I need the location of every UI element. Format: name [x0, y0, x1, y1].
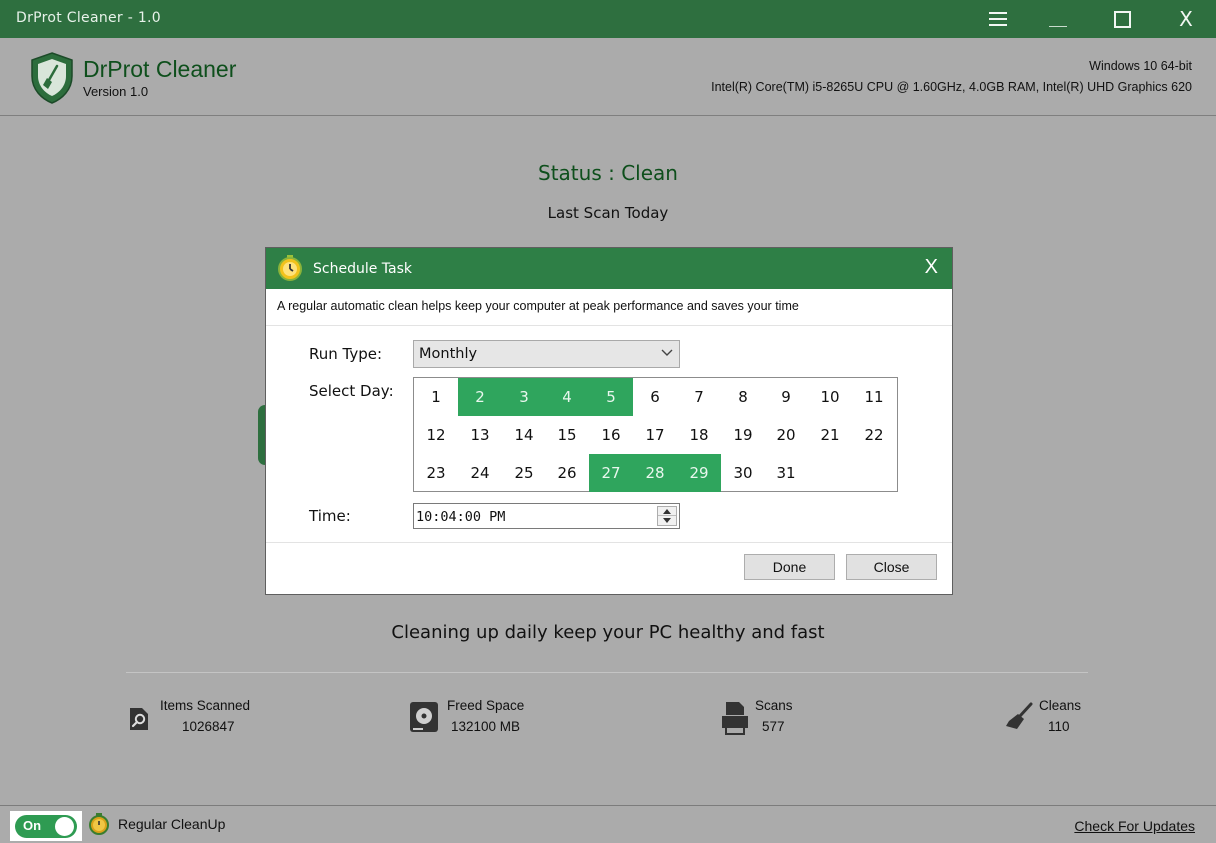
day-cell[interactable]: 18 [677, 416, 721, 454]
day-cell[interactable]: 2 [458, 378, 502, 416]
regular-cleanup-label: Regular CleanUp [118, 816, 226, 832]
day-cell[interactable]: 17 [633, 416, 677, 454]
stopwatch-icon [89, 813, 109, 835]
day-cell[interactable]: 28 [633, 454, 677, 492]
stat-value: 577 [762, 719, 785, 734]
stat-label: Scans [755, 698, 793, 713]
stat-scans: Scans 577 [721, 698, 821, 742]
day-cell[interactable]: 27 [589, 454, 633, 492]
day-cell[interactable]: 11 [852, 378, 896, 416]
hard-drive-icon [410, 702, 438, 732]
dialog-description: A regular automatic clean helps keep you… [277, 299, 799, 313]
day-cell[interactable]: 13 [458, 416, 502, 454]
stopwatch-icon [278, 255, 302, 281]
schedule-task-dialog: Schedule Task X A regular automatic clea… [265, 247, 953, 595]
day-cell[interactable]: 21 [808, 416, 852, 454]
system-os-info: Windows 10 64-bit [1089, 59, 1192, 73]
dialog-separator [266, 542, 952, 543]
stat-freed-space: Freed Space 132100 MB [409, 698, 549, 742]
hamburger-menu-icon [989, 12, 1007, 26]
time-increment-button[interactable] [658, 507, 676, 516]
day-cell[interactable]: 14 [502, 416, 546, 454]
day-cell[interactable]: 26 [545, 454, 589, 492]
maximize-button[interactable] [1092, 0, 1152, 38]
stats-divider [126, 672, 1088, 673]
day-cell[interactable]: 30 [721, 454, 765, 492]
day-cell[interactable]: 16 [589, 416, 633, 454]
day-cell[interactable]: 3 [502, 378, 546, 416]
stat-cleans: Cleans 110 [1005, 698, 1095, 742]
app-name: DrProt Cleaner [83, 56, 237, 82]
dialog-title: Schedule Task [313, 261, 412, 277]
day-cell[interactable]: 19 [721, 416, 765, 454]
select-day-label: Select Day: [309, 382, 394, 400]
shield-broom-logo-icon [31, 52, 73, 104]
status-text: Status : Clean [538, 161, 678, 185]
check-for-updates-link[interactable]: Check For Updates [1074, 818, 1195, 834]
day-cell[interactable]: 1 [414, 378, 458, 416]
toggle-knob [55, 817, 74, 836]
maximize-icon [1113, 10, 1131, 28]
day-cell[interactable]: 22 [852, 416, 896, 454]
run-type-dropdown[interactable]: Monthly [413, 340, 680, 368]
time-picker[interactable]: 10:04:00 PM [413, 503, 680, 529]
day-cell[interactable]: 5 [589, 378, 633, 416]
day-cell[interactable]: 6 [633, 378, 677, 416]
day-cell[interactable]: 9 [764, 378, 808, 416]
day-cell[interactable]: 10 [808, 378, 852, 416]
time-value: 10:04:00 PM [416, 509, 506, 525]
stat-value: 132100 MB [451, 719, 521, 734]
time-spinner [657, 506, 677, 526]
regular-cleanup-toggle-container: On [10, 811, 82, 841]
close-button[interactable]: Close [846, 554, 937, 580]
close-window-button[interactable]: X [1156, 0, 1216, 38]
stat-label: Freed Space [447, 698, 525, 713]
menu-button[interactable] [968, 0, 1028, 38]
chevron-down-icon [661, 349, 673, 356]
day-cell[interactable]: 31 [764, 454, 808, 492]
day-cell[interactable]: 12 [414, 416, 458, 454]
bottom-bar: On Regular CleanUp Check For Updates [0, 805, 1216, 843]
printer-icon [722, 702, 748, 735]
stat-value: 1026847 [182, 719, 235, 734]
done-button[interactable]: Done [744, 554, 835, 580]
minimize-icon [1049, 26, 1067, 27]
minimize-button[interactable] [1028, 0, 1088, 38]
day-cell[interactable]: 8 [721, 378, 765, 416]
stat-label: Cleans [1039, 698, 1082, 713]
dialog-close-button[interactable]: X [925, 256, 938, 279]
day-selector-grid: 1 2 3 4 5 6 7 8 9 10 11 12 13 14 15 16 17 18 19 20 21 22 23 24 2… [413, 377, 898, 492]
day-cell[interactable]: 23 [414, 454, 458, 492]
app-version: Version 1.0 [83, 84, 149, 99]
arrow-down-icon [663, 518, 671, 523]
day-cell[interactable]: 25 [502, 454, 546, 492]
title-bar: DrProt Cleaner - 1.0 X [0, 0, 1216, 38]
day-cell[interactable]: 29 [677, 454, 721, 492]
regular-cleanup-toggle[interactable]: On [15, 815, 77, 838]
stat-label: Items Scanned [160, 698, 251, 713]
last-scan-text: Last Scan Today [547, 204, 669, 222]
day-cell[interactable]: 15 [545, 416, 589, 454]
run-type-label: Run Type: [309, 345, 383, 363]
arrow-up-icon [663, 508, 671, 514]
day-cell[interactable]: 20 [764, 416, 808, 454]
dialog-title-bar: Schedule Task X [266, 248, 952, 289]
stat-value: 110 [1048, 719, 1070, 734]
day-cell[interactable]: 4 [545, 378, 589, 416]
system-hardware-info: Intel(R) Core(TM) i5-8265U CPU @ 1.60GHz… [711, 80, 1192, 94]
tagline-text: Cleaning up daily keep your PC healthy a… [391, 622, 825, 643]
stat-items-scanned: Items Scanned 1026847 [128, 698, 288, 742]
day-cell[interactable]: 7 [677, 378, 721, 416]
day-cell[interactable]: 24 [458, 454, 502, 492]
dialog-separator [266, 325, 952, 326]
run-type-value: Monthly [419, 346, 478, 362]
time-decrement-button[interactable] [658, 516, 676, 525]
search-document-icon [130, 708, 148, 730]
toggle-label: On [23, 818, 42, 833]
time-label: Time: [309, 507, 351, 525]
scan-ring-edge [258, 405, 265, 465]
broom-icon [1006, 702, 1033, 729]
window-title: DrProt Cleaner - 1.0 [16, 10, 162, 26]
app-header: DrProt Cleaner Version 1.0 Windows 10 64… [0, 38, 1216, 116]
